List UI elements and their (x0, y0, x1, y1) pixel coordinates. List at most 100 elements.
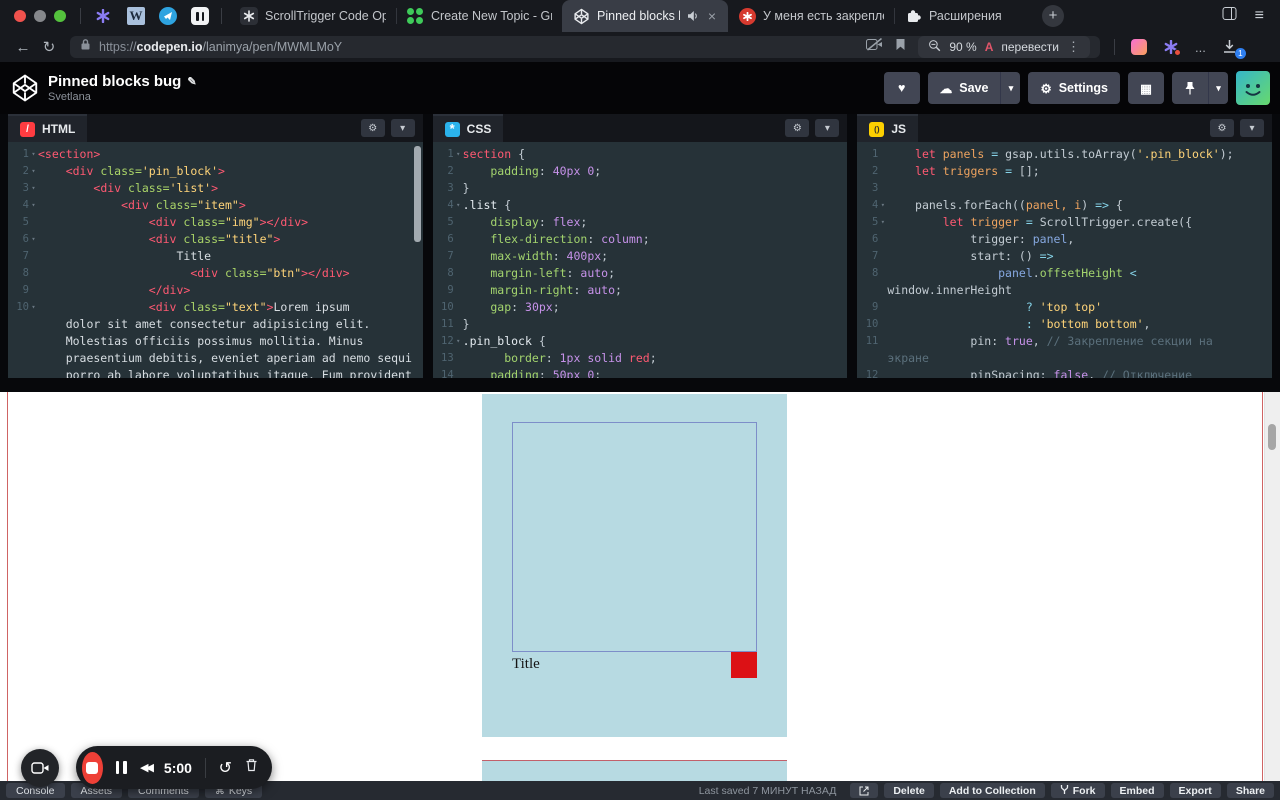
fold-arrow-icon[interactable]: ▾ (29, 163, 38, 180)
css-code-area[interactable]: 1 ▾ section {2 padding: 40px 0; 3} 4 ▾ .list {… (432, 142, 848, 378)
fold-arrow-icon[interactable]: ▾ (454, 333, 463, 350)
code-line: 8 panel.offsetHeight < (872, 266, 1137, 280)
codepen-logo-icon[interactable] (10, 73, 40, 103)
omnibox[interactable]: https://codepen.io/lanimya/pen/MWMLMoY 9… (70, 36, 1100, 58)
html-editor-tab[interactable]: / HTML (8, 114, 88, 142)
code-line: 1 ▾ section { (447, 146, 525, 163)
html-code-area[interactable]: 1 ▾ <section> 2 ▾ <div class='pin_block'> 3 ▾ … (8, 142, 423, 378)
camera-off-icon[interactable] (866, 37, 883, 56)
browser-tab[interactable]: Расширения (894, 0, 1032, 32)
browser-tab[interactable]: Create New Topic - GreenS (396, 0, 562, 32)
browser-menu-icon[interactable]: ≡ (1255, 7, 1264, 25)
delete-recording-icon[interactable] (245, 758, 258, 777)
asterisk-extension-icon[interactable] (1163, 39, 1181, 56)
minimize-window-icon[interactable] (34, 10, 46, 22)
restart-recording-icon[interactable]: ↺ (219, 758, 232, 778)
fullscreen-window-icon[interactable] (54, 10, 66, 22)
fold-arrow-icon[interactable]: ▾ (878, 197, 887, 214)
kebab-menu-icon[interactable]: ⋮ (1067, 39, 1080, 55)
layout-button[interactable]: ▦ (1128, 72, 1164, 104)
open-in-new-window-button[interactable] (850, 783, 879, 798)
code-line: 13 border: 1px solid red; (441, 351, 657, 365)
avatar[interactable] (1236, 71, 1270, 105)
side-panel-icon[interactable] (1222, 6, 1237, 26)
code-line: 11 pin: true, // Закрепление секции на (865, 334, 1213, 348)
js-editor-tab[interactable]: () JS (857, 114, 919, 142)
save-dropdown-button[interactable]: ▾ (1000, 72, 1021, 104)
translate-button[interactable]: перевести (1001, 40, 1059, 54)
tab-audio-icon[interactable] (687, 10, 699, 22)
camera-toggle-button[interactable] (21, 749, 59, 787)
telegram-icon[interactable] (159, 7, 177, 25)
share-button[interactable]: Share (1226, 783, 1274, 798)
editor-scrollbar-thumb[interactable] (413, 146, 421, 242)
tab-close-icon[interactable]: × (706, 8, 718, 24)
pushpin-icon (1185, 82, 1195, 95)
new-tab-button[interactable]: + (1042, 5, 1064, 27)
editor-settings-gear-icon[interactable]: ⚙ (1210, 119, 1235, 137)
code-line: 4 ▾ <div class="item"> (22, 197, 246, 214)
fold-arrow-icon[interactable]: ▾ (454, 197, 463, 214)
export-button[interactable]: Export (1169, 783, 1221, 798)
downloads-icon[interactable]: 1 (1222, 39, 1246, 59)
heart-icon: ♥ (898, 81, 906, 95)
fork-button[interactable]: Fork (1050, 783, 1105, 798)
close-window-icon[interactable] (14, 10, 26, 22)
browser-tab[interactable]: У меня есть закрепленны (728, 0, 894, 32)
preview-scrollbar[interactable] (1264, 392, 1280, 781)
like-button[interactable]: ♥ (883, 72, 920, 104)
codepen-icon (572, 7, 590, 25)
back-icon[interactable]: ← (10, 35, 36, 59)
fold-arrow-icon[interactable]: ▾ (29, 146, 38, 163)
editor-collapse-chevron-icon[interactable]: ▾ (390, 119, 415, 137)
fold-arrow-icon[interactable]: ▾ (29, 197, 38, 214)
zoom-out-icon[interactable] (928, 39, 941, 55)
rewind-icon[interactable]: ◀◀ (140, 761, 154, 774)
editor-settings-gear-icon[interactable]: ⚙ (785, 119, 810, 137)
settings-button[interactable]: ⚙ Settings (1028, 72, 1120, 104)
js-code-area[interactable]: 1 let panels = gsap.utils.toArray('.pin_… (857, 142, 1273, 378)
fold-arrow-icon[interactable]: ▾ (878, 214, 887, 231)
bookmark-icon[interactable] (895, 38, 906, 56)
save-button[interactable]: ☁ Save (927, 72, 1001, 104)
fold-arrow-icon[interactable]: ▾ (29, 180, 38, 197)
item-title: Title (512, 656, 540, 672)
pause-app-icon[interactable] (191, 7, 209, 25)
code-line: 7 start: () => (872, 249, 1054, 263)
pen-author[interactable]: Svetlana (48, 91, 197, 103)
editor-settings-gear-icon[interactable]: ⚙ (360, 119, 385, 137)
browser-tab[interactable]: ScrollTrigger Code Optimi (230, 0, 396, 32)
extensions-overflow[interactable]: ... (1195, 40, 1206, 55)
gradient-extension-icon[interactable] (1131, 39, 1147, 55)
item-button[interactable] (731, 652, 757, 678)
js-icon: () (869, 121, 885, 137)
delete-button[interactable]: Delete (884, 783, 934, 798)
editor-collapse-chevron-icon[interactable]: ▾ (815, 119, 840, 137)
embed-button[interactable]: Embed (1110, 783, 1164, 798)
divider (221, 8, 222, 24)
pin-dropdown-button[interactable]: ▾ (1208, 72, 1228, 104)
pause-recording-button[interactable] (115, 761, 127, 774)
reload-icon[interactable]: ↻ (36, 35, 62, 59)
fold-arrow-icon[interactable]: ▾ (454, 146, 463, 163)
code-line: dolor sit amet consectetur adipisicing e… (38, 317, 371, 331)
code-line: 12 ▾ .pin_block { (441, 333, 546, 350)
tab-title: Pinned blocks bug (597, 9, 680, 23)
edit-title-icon[interactable]: ✎ (187, 75, 196, 88)
zoom-level[interactable]: 90 % (949, 40, 976, 54)
css-editor-tab[interactable]: * CSS (432, 114, 504, 142)
preview-scrollbar-thumb[interactable] (1268, 424, 1276, 450)
add-to-collection-button[interactable]: Add to Collection (939, 783, 1045, 798)
stop-recording-button[interactable] (82, 751, 103, 784)
browser-tab[interactable]: Pinned blocks bug × (562, 0, 728, 32)
code-line: 2 ▾ <div class='pin_block'> (22, 163, 225, 180)
pin-button[interactable] (1172, 72, 1208, 104)
fold-arrow-icon[interactable]: ▾ (29, 231, 38, 248)
wikipedia-icon[interactable]: W (127, 7, 145, 25)
fold-arrow-icon[interactable]: ▾ (29, 299, 38, 316)
editor-collapse-chevron-icon[interactable]: ▾ (1240, 119, 1265, 137)
code-line: 12 pinSpacing: false, // Отключение (865, 368, 1193, 378)
asterisk-extension-icon[interactable] (93, 6, 113, 26)
editor-label: JS (891, 122, 907, 136)
html-editor-panel: / HTML ⚙ ▾ 1 ▾ <section> 2 ▾ <div class='pin_blo… (8, 114, 423, 378)
